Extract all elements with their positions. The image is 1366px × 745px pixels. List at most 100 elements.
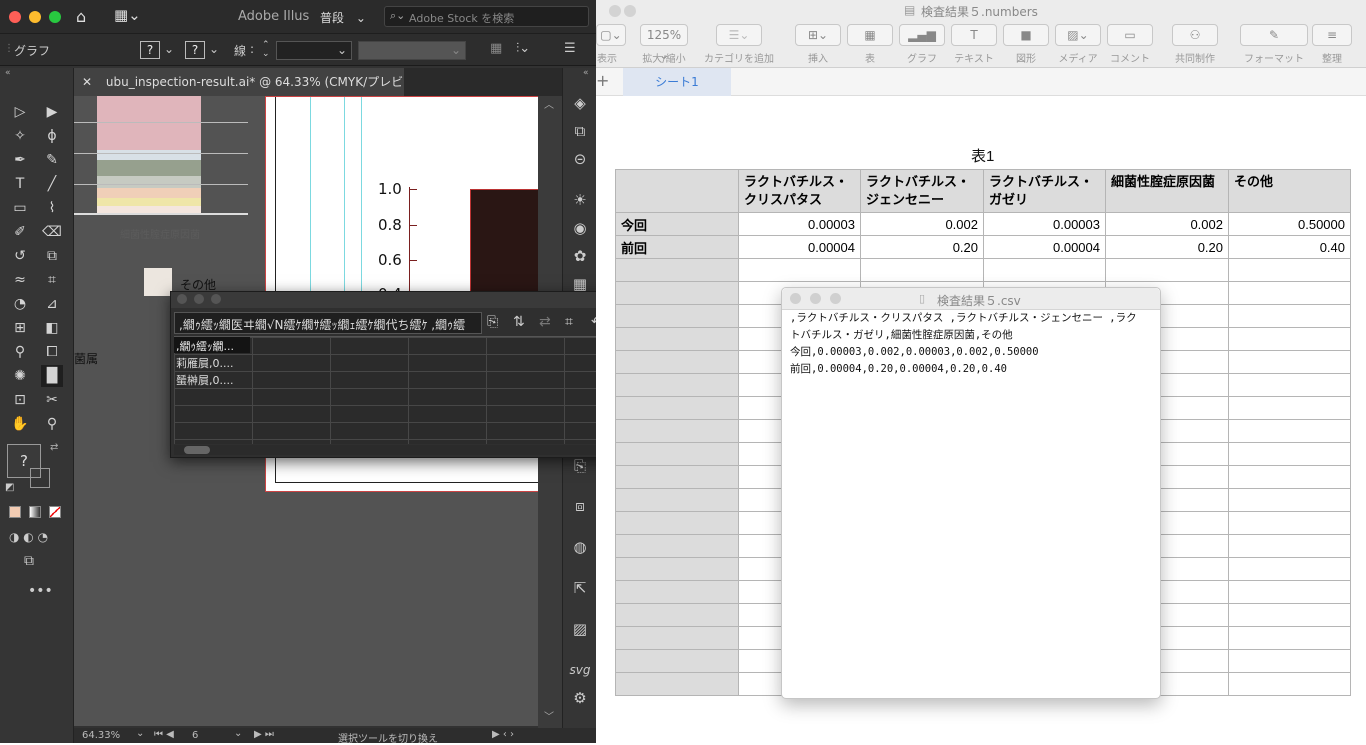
table-cell[interactable] bbox=[1228, 373, 1351, 397]
status-nav-icon[interactable]: ▶ ‹ › bbox=[492, 729, 514, 740]
type-tool-icon[interactable]: T bbox=[9, 173, 31, 195]
line-tool-icon[interactable]: ╱ bbox=[41, 173, 63, 195]
share-icon[interactable]: ⇱ bbox=[568, 577, 592, 599]
shape-button[interactable]: ■ bbox=[1003, 24, 1049, 46]
chart-button[interactable]: ▂▄▆ bbox=[899, 24, 945, 46]
row-header-cell[interactable]: 前回 bbox=[615, 235, 739, 259]
table-cell[interactable]: 0.002 bbox=[860, 212, 984, 236]
import-data-icon[interactable]: ⎘ bbox=[487, 314, 498, 330]
table-cell[interactable] bbox=[1228, 258, 1351, 282]
comment-button[interactable]: ▭ bbox=[1107, 24, 1153, 46]
swatches-icon[interactable]: ✿ bbox=[568, 245, 592, 267]
scale-tool-icon[interactable]: ⧉ bbox=[41, 245, 63, 267]
svg-icon[interactable]: svg bbox=[568, 659, 592, 681]
table-cell[interactable] bbox=[615, 350, 739, 374]
graph-tool-icon[interactable]: ▐▌ bbox=[41, 365, 63, 387]
stroke-stepper[interactable]: ⌃ ⌄ bbox=[262, 41, 270, 59]
corner-cell[interactable] bbox=[615, 169, 739, 213]
cell-style-icon[interactable]: ⌗ bbox=[565, 314, 573, 330]
zoom-field[interactable]: 64.33% bbox=[82, 730, 120, 741]
table-cell[interactable] bbox=[1228, 672, 1351, 696]
row-header-cell[interactable]: 今回 bbox=[615, 212, 739, 236]
csv-text-area[interactable]: ,ラクトバチルス・クリスパタス ,ラクトバチルス・ジェンセニー ,ラク トバチル… bbox=[782, 310, 1160, 378]
graph-entry-field[interactable]: ,繝ｩ繧ｯ繝医ヰ繝√Ν繧ｹ繝ｻ繧ｯ繝ｪ繧ｹ繝代ち繧ｹ ,繝ｩ繧 bbox=[174, 312, 482, 334]
navigator-icon[interactable]: ◍ bbox=[568, 536, 592, 558]
mesh-tool-icon[interactable]: ⊞ bbox=[9, 317, 31, 339]
chevron-down-icon[interactable]: ⌄ bbox=[136, 728, 144, 739]
zoom-button[interactable] bbox=[211, 294, 221, 304]
minimize-button[interactable] bbox=[194, 294, 204, 304]
curvature-tool-icon[interactable]: ✎ bbox=[41, 149, 63, 171]
chevron-down-icon[interactable]: ﹀ bbox=[544, 708, 554, 723]
table-cell[interactable] bbox=[615, 396, 739, 420]
stroke-weight-field[interactable]: ⌄ bbox=[276, 41, 352, 60]
none-mode-button[interactable] bbox=[49, 506, 61, 518]
table-cell[interactable] bbox=[1228, 396, 1351, 420]
style-dropdown[interactable]: ⌄ bbox=[358, 41, 466, 60]
graph-hscroll[interactable] bbox=[174, 445, 624, 455]
gradient-mode-button[interactable] bbox=[29, 506, 41, 518]
eyedropper-icon[interactable]: ⚲ bbox=[9, 341, 31, 363]
table-title[interactable]: 表1 bbox=[971, 145, 994, 166]
shape-builder-icon[interactable]: ◔ bbox=[9, 293, 31, 315]
shaper-tool-icon[interactable]: ✐ bbox=[9, 221, 31, 243]
media-button[interactable]: ▨⌄ bbox=[1055, 24, 1101, 46]
header-cell[interactable]: ラクトバチルス・クリスパタス bbox=[738, 169, 861, 213]
table-cell[interactable] bbox=[1105, 258, 1229, 282]
default-colors-icon[interactable]: ◩ bbox=[5, 482, 14, 493]
table-cell[interactable] bbox=[615, 603, 739, 627]
screen-mode-icon[interactable]: ⧉ bbox=[24, 553, 34, 569]
menu-icon[interactable]: ☰ bbox=[564, 41, 576, 56]
export-icon[interactable]: ⎘ bbox=[568, 455, 592, 477]
more-tools-icon[interactable]: ••• bbox=[28, 583, 53, 599]
table-cell[interactable] bbox=[1228, 534, 1351, 558]
gradient-tool-icon[interactable]: ◧ bbox=[41, 317, 63, 339]
minimize-button[interactable] bbox=[29, 11, 41, 23]
magic-wand-icon[interactable]: ✧ bbox=[9, 125, 31, 147]
graph-cell[interactable]: ,繝ｩ繧ｯ繝... bbox=[174, 337, 250, 353]
collapse-icon[interactable]: « bbox=[5, 68, 11, 78]
table-cell[interactable] bbox=[1228, 327, 1351, 351]
appearance-icon[interactable]: ☀ bbox=[568, 189, 592, 211]
transform-icon[interactable]: ⧈ bbox=[568, 495, 592, 517]
table-cell[interactable] bbox=[1228, 488, 1351, 512]
table-cell[interactable] bbox=[738, 258, 861, 282]
search-input[interactable]: Adobe Stock を検索 bbox=[409, 10, 514, 26]
tab-sheet1[interactable]: シート1 bbox=[623, 68, 731, 96]
lasso-tool-icon[interactable]: ϕ bbox=[41, 125, 63, 147]
table-cell[interactable] bbox=[615, 327, 739, 351]
view-button[interactable]: ▢⌄ bbox=[596, 24, 626, 46]
table-cell[interactable] bbox=[1228, 442, 1351, 466]
table-cell[interactable] bbox=[1228, 603, 1351, 627]
table-cell[interactable] bbox=[1228, 511, 1351, 535]
table-cell[interactable]: 0.00004 bbox=[738, 235, 861, 259]
table-cell[interactable] bbox=[1228, 626, 1351, 650]
table-cell[interactable] bbox=[615, 373, 739, 397]
table-cell[interactable] bbox=[615, 442, 739, 466]
table-cell[interactable] bbox=[615, 580, 739, 604]
table-cell[interactable] bbox=[615, 465, 739, 489]
table-cell[interactable] bbox=[615, 488, 739, 512]
table-cell[interactable]: 0.20 bbox=[860, 235, 984, 259]
table-cell[interactable] bbox=[860, 258, 984, 282]
rectangle-tool-icon[interactable]: ▭ bbox=[9, 197, 31, 219]
table-cell[interactable]: 0.002 bbox=[1105, 212, 1229, 236]
paintbrush-icon[interactable]: ⌇ bbox=[41, 197, 63, 219]
image-trace-icon[interactable]: ▨ bbox=[568, 618, 592, 640]
artboard-nav-first-icon[interactable]: ⏮ ◀ bbox=[154, 729, 174, 740]
blend-tool-icon[interactable]: ⧠ bbox=[41, 341, 63, 363]
chevron-up-icon[interactable]: ︿ bbox=[544, 96, 554, 111]
table-cell[interactable] bbox=[615, 419, 739, 443]
close-icon[interactable]: ✕ bbox=[82, 75, 92, 89]
perspective-grid-icon[interactable]: ⊿ bbox=[41, 293, 63, 315]
header-cell[interactable]: ラクトバチルス・ガゼリ bbox=[983, 169, 1106, 213]
organize-button[interactable]: ≡ bbox=[1312, 24, 1352, 46]
transpose-icon[interactable]: ⇅ bbox=[513, 314, 525, 330]
color-icon[interactable]: ◉ bbox=[568, 217, 592, 239]
chevron-down-icon[interactable]: ⌄ bbox=[209, 42, 219, 56]
stroke-color-box[interactable] bbox=[30, 468, 50, 488]
close-button[interactable] bbox=[9, 11, 21, 23]
scroll-thumb[interactable] bbox=[184, 446, 210, 454]
graph-cell[interactable]: 莉雁屓,0.... bbox=[174, 354, 250, 370]
symbol-sprayer-icon[interactable]: ✺ bbox=[9, 365, 31, 387]
